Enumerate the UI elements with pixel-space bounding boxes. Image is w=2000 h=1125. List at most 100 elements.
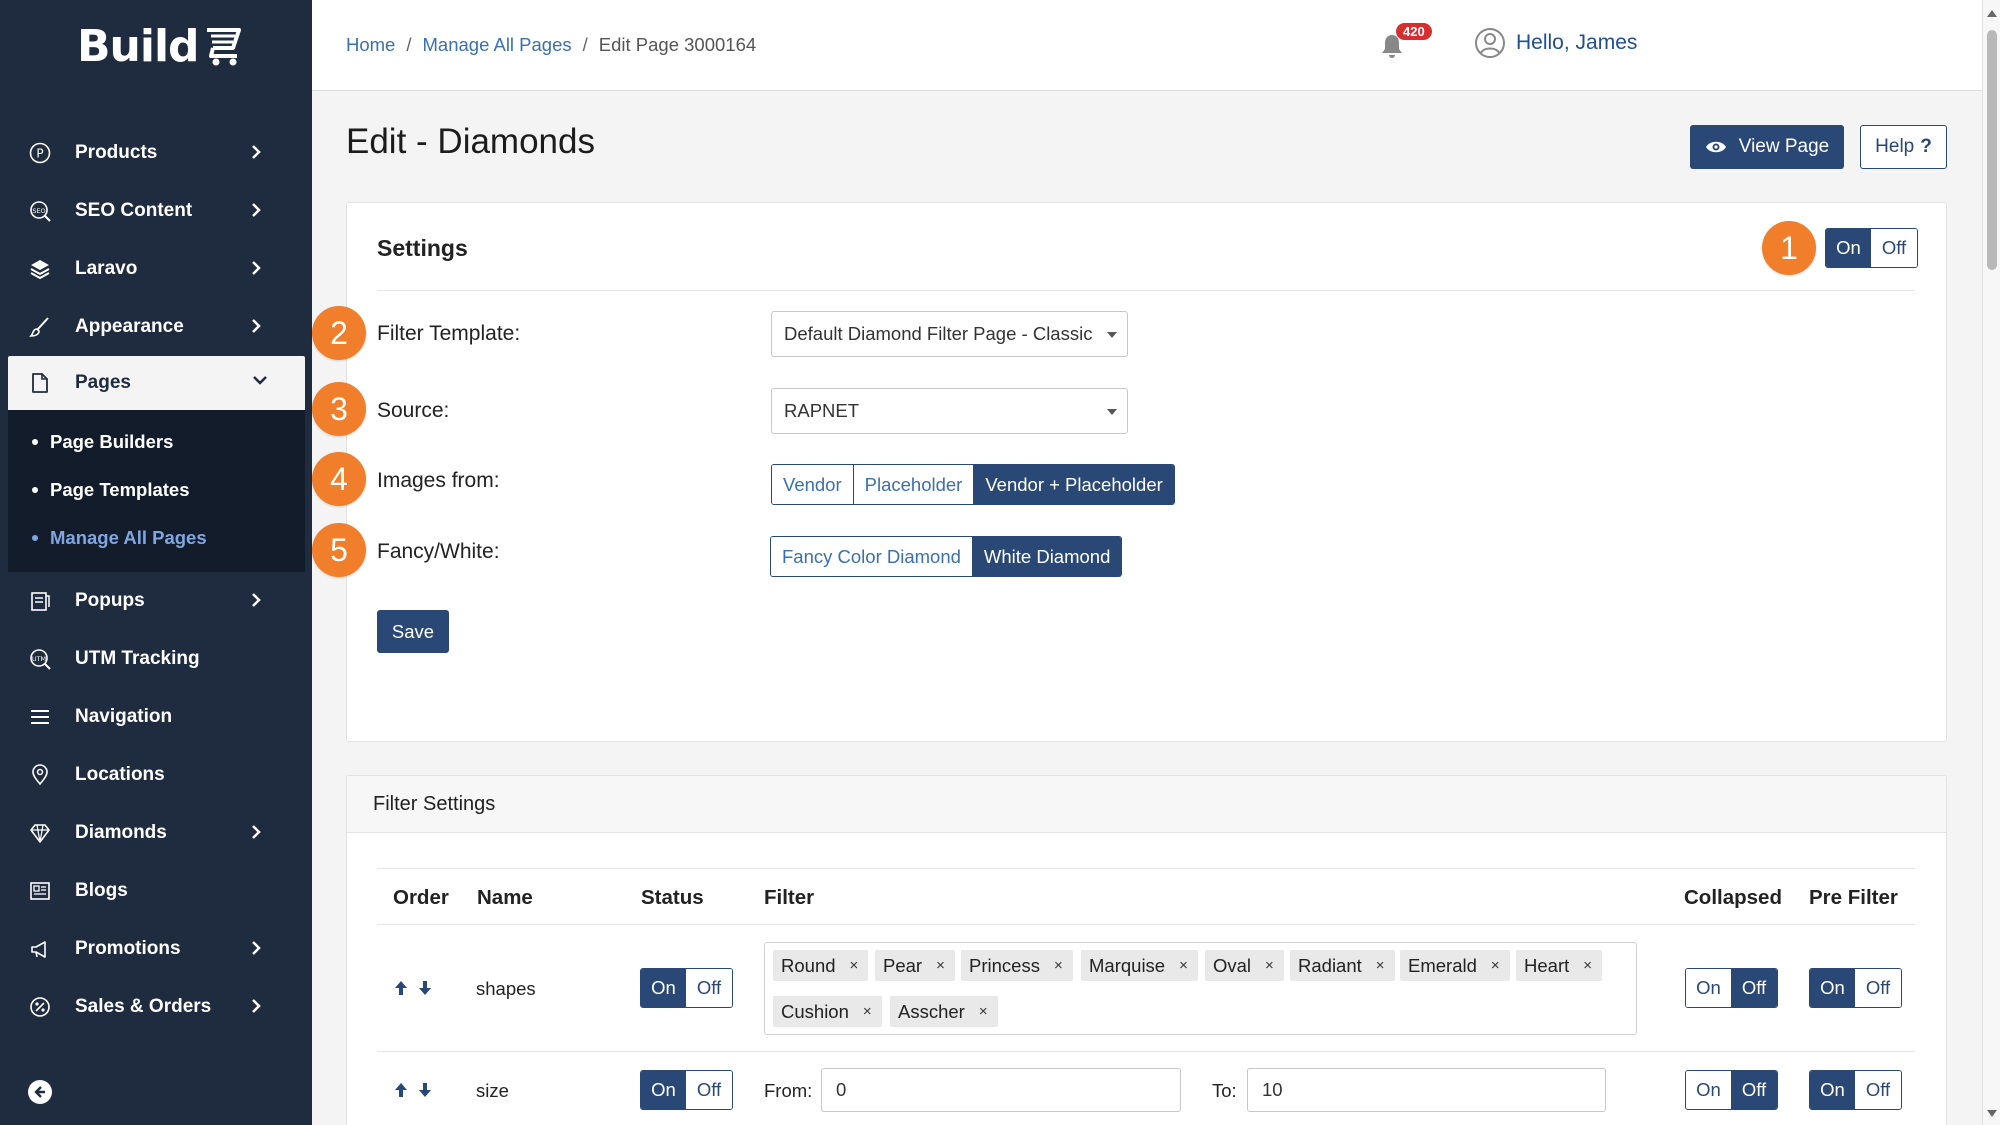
sidebar-item-label: UTM Tracking [75,648,200,669]
tag-remove-icon[interactable]: × [1265,957,1274,974]
toggle-off[interactable]: Off [1855,969,1901,1007]
view-page-button[interactable]: View Page [1690,125,1844,169]
sidebar-item-label: Laravo [75,258,138,279]
sidebar-item-label: Blogs [75,880,128,901]
tag-label: Heart [1524,954,1570,976]
toggle-on[interactable]: On [641,969,687,1007]
notification-count-badge: 420 [1396,23,1432,40]
collapsed-toggle[interactable]: On Off [1685,968,1778,1008]
images-option-vendor[interactable]: Vendor [772,465,854,504]
dropdown-caret-icon [1107,409,1117,415]
tag-remove-icon[interactable]: × [863,1003,872,1020]
sidebar-subitem-page-builders[interactable]: Page Builders [8,418,305,466]
breadcrumb-current: Edit Page 3000164 [598,34,757,55]
toggle-on[interactable]: On [641,1071,687,1109]
tag-remove-icon[interactable]: × [1054,957,1063,974]
toggle-on[interactable]: On [1686,1071,1732,1109]
status-toggle[interactable]: On Off [640,1070,733,1110]
table-row-order-arrows [392,1081,434,1099]
tag-remove-icon[interactable]: × [1179,957,1188,974]
bullet-icon [32,535,38,541]
sidebar-item-promotions[interactable]: Promotions [0,920,312,978]
marker-3: 3 [312,382,366,436]
tag-radiant: Radiant × [1290,950,1395,981]
help-button[interactable]: Help ? [1860,125,1947,169]
tag-remove-icon[interactable]: × [1583,957,1592,974]
sidebar-item-navigation[interactable]: Navigation [0,688,312,746]
sidebar-subitem-page-templates[interactable]: Page Templates [8,466,305,514]
move-down-arrow-icon[interactable] [416,979,434,997]
build-logo[interactable]: Build [77,20,247,72]
move-up-arrow-icon[interactable] [392,979,410,997]
sidebar-item-label: Sales & Orders [75,996,212,1017]
toggle-on[interactable]: On [1826,229,1872,267]
page-title: Edit - Diamonds [346,122,595,161]
diamond-icon [28,821,52,845]
move-up-arrow-icon[interactable] [392,1081,410,1099]
fancy-white-label: Fancy/White: [377,540,500,563]
sidebar-subitem-manage-all-pages[interactable]: Manage All Pages [8,514,305,562]
images-option-placeholder[interactable]: Placeholder [853,465,975,504]
sidebar-item-appearance[interactable]: Appearance [0,298,312,356]
breadcrumb-manage-link[interactable]: Manage All Pages [423,34,572,56]
toggle-off[interactable]: Off [1731,1071,1777,1109]
row-divider [377,1051,1915,1052]
filter-name-size: size [476,1080,509,1101]
sidebar-item-blogs[interactable]: Blogs [0,862,312,920]
tag-label: Round [781,954,836,976]
user-menu[interactable]: Hello, James [1474,27,1637,59]
status-toggle[interactable]: On Off [640,968,733,1008]
toggle-off[interactable]: Off [1855,1071,1901,1109]
sidebar: Build P Products SEO SEO Content Laravo … [0,0,312,1125]
toggle-off[interactable]: Off [686,969,732,1007]
divider [377,290,1915,291]
scroll-down-icon[interactable] [1987,1110,1997,1117]
shapes-tag-input[interactable]: Round × Pear × Princess × Marquise × Oval × R… [764,942,1637,1035]
sidebar-item-popups[interactable]: Popups [0,572,312,630]
sidebar-item-locations[interactable]: Locations [0,746,312,804]
toggle-off[interactable]: Off [1871,229,1917,267]
move-down-arrow-icon[interactable] [416,1081,434,1099]
popup-icon [28,589,52,613]
page-scrollbar[interactable] [1982,0,2000,1125]
fancy-option-white-diamond[interactable]: White Diamond [972,537,1122,576]
tag-remove-icon[interactable]: × [936,957,945,974]
collapse-sidebar-button[interactable] [28,1080,52,1104]
pre-filter-toggle[interactable]: On Off [1809,968,1902,1008]
pre-filter-toggle[interactable]: On Off [1809,1070,1902,1110]
size-to-input[interactable]: 10 [1247,1068,1606,1112]
breadcrumb-home-link[interactable]: Home [346,34,395,56]
toggle-on[interactable]: On [1686,969,1732,1007]
toggle-on[interactable]: On [1810,1071,1856,1109]
chevron-right-icon [250,823,262,846]
toggle-off[interactable]: Off [686,1071,732,1109]
tag-remove-icon[interactable]: × [1376,957,1385,974]
images-option-vendor-placeholder[interactable]: Vendor + Placeholder [974,465,1174,504]
tag-remove-icon[interactable]: × [979,1003,988,1020]
tag-remove-icon[interactable]: × [850,957,859,974]
sidebar-item-label: Appearance [75,316,184,337]
sidebar-item-products[interactable]: P Products [0,124,312,182]
page-status-toggle[interactable]: On Off [1825,228,1918,268]
filter-template-select[interactable]: Default Diamond Filter Page - Classic [771,311,1128,357]
toggle-off[interactable]: Off [1731,969,1777,1007]
dropdown-caret-icon [1107,332,1117,338]
scrollbar-thumb[interactable] [1987,30,1997,270]
sidebar-item-sales-orders[interactable]: Sales & Orders [0,978,312,1036]
save-button[interactable]: Save [377,610,449,653]
sidebar-item-label: Pages [75,372,131,393]
tag-remove-icon[interactable]: × [1491,957,1500,974]
sidebar-item-diamonds[interactable]: Diamonds [0,804,312,862]
collapsed-toggle[interactable]: On Off [1685,1070,1778,1110]
sidebar-item-seo-content[interactable]: SEO SEO Content [0,182,312,240]
help-label: Help [1875,136,1915,157]
size-from-input[interactable]: 0 [821,1068,1181,1112]
source-select[interactable]: RAPNET [771,388,1128,434]
scroll-up-icon[interactable] [1987,10,1997,17]
sidebar-item-label: Navigation [75,706,173,727]
sidebar-item-laravo[interactable]: Laravo [0,240,312,298]
sidebar-item-utm-tracking[interactable]: UTM UTM Tracking [0,630,312,688]
sidebar-item-pages[interactable]: Pages [8,356,305,410]
toggle-on[interactable]: On [1810,969,1856,1007]
fancy-option-fancy-color[interactable]: Fancy Color Diamond [771,537,973,576]
